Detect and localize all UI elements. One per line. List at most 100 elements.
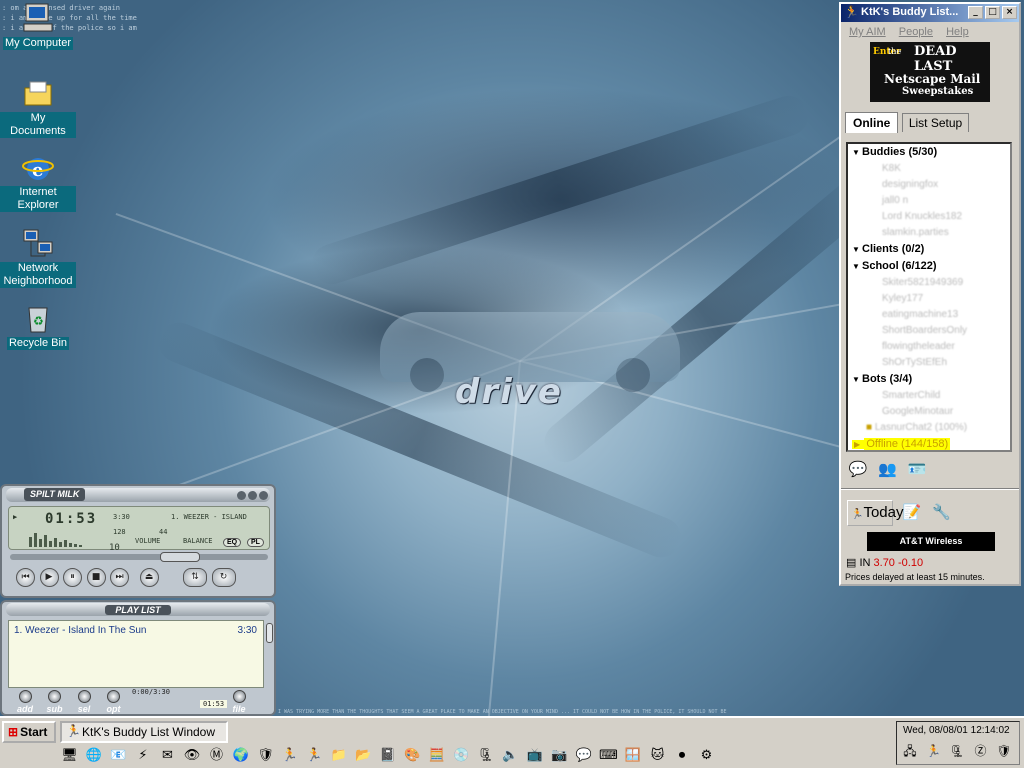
desktop-icon-recycle-bin[interactable]: ♻ Recycle Bin: [0, 302, 76, 350]
buddy-item[interactable]: ■ LasnurChat2 (100%): [848, 420, 1010, 436]
zip-tray-icon[interactable]: 🗜: [948, 742, 966, 760]
aim2-icon[interactable]: 🏃: [305, 746, 324, 765]
desktop-icon-internet-explorer[interactable]: e Internet Explorer: [0, 152, 76, 212]
playlist-track[interactable]: 1. Weezer - Island In The Sun: [14, 625, 146, 636]
buddy-item[interactable]: eatingmachine13: [848, 307, 1010, 323]
group-offline[interactable]: ▶ Offline (144/158): [852, 436, 1010, 450]
buddy-item[interactable]: Lord Knuckles182: [848, 209, 1010, 225]
ftp-icon[interactable]: 📂: [354, 746, 373, 765]
buddy-item[interactable]: ShOrTyStEfEh: [848, 355, 1010, 371]
eye-icon[interactable]: 👁: [183, 746, 202, 765]
spyware-icon[interactable]: 🛡: [256, 746, 275, 765]
notepad-icon[interactable]: 📓: [379, 746, 398, 765]
playlist-toggle-button[interactable]: PL: [247, 538, 264, 547]
outlook-icon[interactable]: 📧: [109, 746, 128, 765]
buddy-item[interactable]: Kyley177: [848, 291, 1010, 307]
desktop-icon-my-documents[interactable]: My Documents: [0, 78, 76, 138]
close-button[interactable]: ×: [1002, 6, 1017, 19]
send-im-icon[interactable]: 💬: [847, 458, 869, 480]
winamp-icon[interactable]: ⚡: [134, 746, 153, 765]
winamp-titlebar[interactable]: SPILT MILK: [6, 488, 270, 502]
close-button[interactable]: [259, 491, 268, 500]
mail-icon[interactable]: ✉: [158, 746, 177, 765]
menu-help[interactable]: Help: [946, 26, 969, 38]
ie-icon[interactable]: 🌐: [85, 746, 104, 765]
winamp-playlist[interactable]: PLAY LIST 1. Weezer - Island In The Sun …: [0, 600, 276, 716]
buddy-item[interactable]: ShortBoardersOnly: [848, 323, 1010, 339]
buddy-item[interactable]: GoogleMinotaur: [848, 404, 1010, 420]
repeat-button[interactable]: ↻: [211, 568, 236, 587]
taskbar-button-buddy-list[interactable]: 🏃 KtK's Buddy List Window: [60, 721, 228, 743]
folders-icon[interactable]: 📁: [330, 746, 349, 765]
desktop-icon-network-neighborhood[interactable]: Network Neighborhood: [0, 228, 76, 288]
disc-icon[interactable]: ⏺: [673, 746, 692, 765]
eject-button[interactable]: ⏏: [139, 568, 159, 587]
aim-titlebar[interactable]: 🏃 KtK's Buddy List... _ □ ×: [841, 4, 1019, 22]
group-header[interactable]: ▼ School (6/122): [848, 258, 1010, 275]
screen-icon[interactable]: 📺: [526, 746, 545, 765]
xp-icon[interactable]: 🪟: [624, 746, 643, 765]
minimize-button[interactable]: [237, 491, 246, 500]
pause-button[interactable]: ⏸: [63, 568, 82, 587]
buddy-item[interactable]: designingfox: [848, 177, 1010, 193]
playlist-file-button[interactable]: file: [226, 690, 252, 714]
buddy-item[interactable]: slamkin.parties: [848, 225, 1010, 241]
photo-icon[interactable]: 📷: [550, 746, 569, 765]
buddy-item[interactable]: SmarterChild: [848, 388, 1010, 404]
playlist-area[interactable]: 1. Weezer - Island In The Sun 3:30: [8, 620, 273, 688]
shade-button[interactable]: [248, 491, 257, 500]
tab-list-setup[interactable]: List Setup: [901, 113, 970, 132]
playlist-sel-button[interactable]: sel: [71, 690, 97, 714]
group-header[interactable]: ▼ Buddies (5/30): [848, 144, 1010, 161]
get-info-icon[interactable]: 🪪: [906, 458, 928, 480]
calc-icon[interactable]: 🧮: [428, 746, 447, 765]
playlist-opt-button[interactable]: opt: [101, 690, 127, 714]
mirc-icon[interactable]: 💬: [575, 746, 594, 765]
seek-bar[interactable]: [10, 552, 268, 562]
zip-icon[interactable]: 🗜: [477, 746, 496, 765]
tab-online[interactable]: Online: [845, 112, 899, 133]
start-button[interactable]: ⊞ Start: [2, 721, 56, 743]
notes-icon[interactable]: 📝: [901, 501, 923, 523]
buddy-item[interactable]: Skiter5821949369: [848, 275, 1010, 291]
cat-icon[interactable]: 🐱: [648, 746, 667, 765]
gmail-icon[interactable]: Ⓜ: [207, 746, 226, 765]
play-button[interactable]: ▶: [39, 568, 59, 587]
aim-tray-icon[interactable]: 🏃: [925, 742, 943, 760]
playlist-scrollbar[interactable]: [266, 623, 273, 643]
setup-wrench-icon[interactable]: 🔧: [930, 501, 952, 523]
playlist-add-button[interactable]: add: [12, 690, 38, 714]
z-tray-icon[interactable]: Ⓩ: [972, 742, 990, 760]
att-wireless-banner[interactable]: AT&T Wireless: [867, 532, 995, 551]
volume-icon[interactable]: 🔈: [501, 746, 520, 765]
network-tray-icon[interactable]: 🖧: [901, 742, 919, 760]
previous-button[interactable]: ⏮: [16, 568, 35, 587]
clock[interactable]: Wed, 08/08/01 12:14:02: [903, 725, 1010, 736]
setup-icon[interactable]: ⚙: [697, 746, 716, 765]
next-button[interactable]: ⏭: [110, 568, 129, 587]
desktop-icon-my-computer[interactable]: My Computer: [0, 2, 76, 50]
menu-people[interactable]: People: [899, 26, 933, 38]
aim-ad-banner[interactable]: Enter the DEAD LAST Netscape Mail Sweeps…: [870, 42, 990, 102]
group-header[interactable]: ▼ Clients (0/2): [848, 241, 1010, 258]
menu-my-aim[interactable]: My AIM: [849, 26, 886, 38]
cd-icon[interactable]: 💿: [452, 746, 471, 765]
playlist-sub-button[interactable]: sub: [42, 690, 68, 714]
seek-handle[interactable]: [160, 552, 200, 562]
group-header[interactable]: ▼ Bots (3/4): [848, 371, 1010, 388]
desktop-icon[interactable]: 🖥: [60, 746, 79, 765]
winamp-player[interactable]: SPILT MILK ▶ 01:53 3:30 1. WEEZER - ISLA…: [0, 484, 276, 598]
playlist-titlebar[interactable]: PLAY LIST: [6, 603, 270, 616]
av-tray-icon[interactable]: 🛡: [995, 742, 1013, 760]
paint-icon[interactable]: 🎨: [403, 746, 422, 765]
minimize-button[interactable]: _: [968, 6, 983, 19]
stop-button[interactable]: ■: [86, 568, 106, 587]
aim-buddy-list-window[interactable]: 🏃 KtK's Buddy List... _ □ × My AIM Peopl…: [839, 2, 1021, 586]
maximize-button[interactable]: □: [985, 6, 1000, 19]
chat-icon[interactable]: 👥: [877, 458, 899, 480]
buddy-list[interactable]: ▼ Buddies (5/30) K8K designingfox jall0 n…: [846, 142, 1012, 452]
aim-icon[interactable]: 🏃: [281, 746, 300, 765]
dos-icon[interactable]: ⌨: [599, 746, 618, 765]
buddy-item[interactable]: flowingtheleader: [848, 339, 1010, 355]
stock-ticker[interactable]: ▤ IN 3.70 -0.10: [846, 556, 923, 569]
